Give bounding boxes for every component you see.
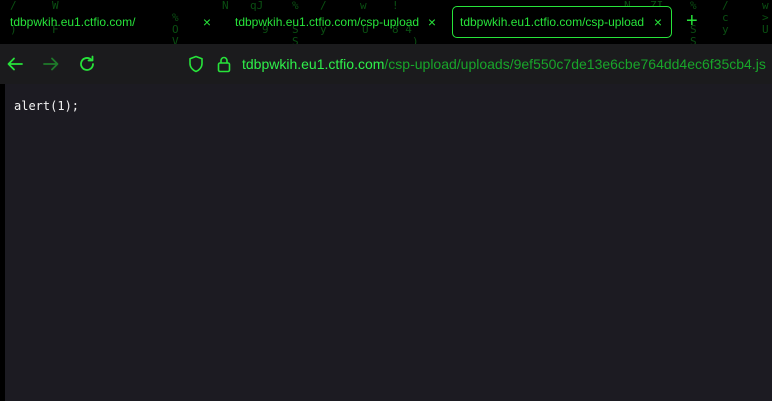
tab-title: tdbpwkih.eu1.ctfio.com/csp-upload bbox=[235, 15, 420, 29]
close-icon[interactable]: × bbox=[198, 14, 216, 30]
reload-icon[interactable] bbox=[78, 55, 96, 73]
tab-1[interactable]: tdbpwkih.eu1.ctfio.com/ × bbox=[4, 6, 220, 38]
close-icon[interactable]: × bbox=[649, 14, 667, 30]
url-text[interactable]: tdbpwkih.eu1.ctfio.com/csp-upload/upload… bbox=[242, 56, 766, 72]
navigation-toolbar: tdbpwkih.eu1.ctfio.com/csp-upload/upload… bbox=[0, 44, 772, 84]
tab-strip: /W )F %OV NqJ9 %SS /y wU !8 4) NZI %SS /… bbox=[0, 0, 772, 44]
shield-icon[interactable] bbox=[188, 55, 204, 73]
lock-icon[interactable] bbox=[216, 55, 232, 73]
new-tab-button[interactable]: + bbox=[686, 10, 698, 32]
arrow-left-icon[interactable] bbox=[6, 55, 24, 73]
tab-3-active[interactable]: tdbpwkih.eu1.ctfio.com/csp-upload × bbox=[452, 6, 672, 38]
close-icon[interactable]: × bbox=[423, 14, 441, 30]
address-bar[interactable]: tdbpwkih.eu1.ctfio.com/csp-upload/upload… bbox=[188, 55, 766, 73]
tab-2[interactable]: tdbpwkih.eu1.ctfio.com/csp-upload × bbox=[229, 6, 445, 38]
script-source-text: alert(1); bbox=[14, 99, 80, 113]
url-domain: tdbpwkih.eu1.ctfio.com bbox=[242, 56, 385, 72]
tab-title: tdbpwkih.eu1.ctfio.com/ bbox=[10, 15, 136, 29]
url-path: /csp-upload/uploads/9ef550c7de13e6cbe764… bbox=[384, 56, 766, 72]
page-content: alert(1); bbox=[5, 84, 772, 401]
arrow-right-icon[interactable] bbox=[42, 55, 60, 73]
tab-title: tdbpwkih.eu1.ctfio.com/csp-upload bbox=[460, 15, 645, 29]
